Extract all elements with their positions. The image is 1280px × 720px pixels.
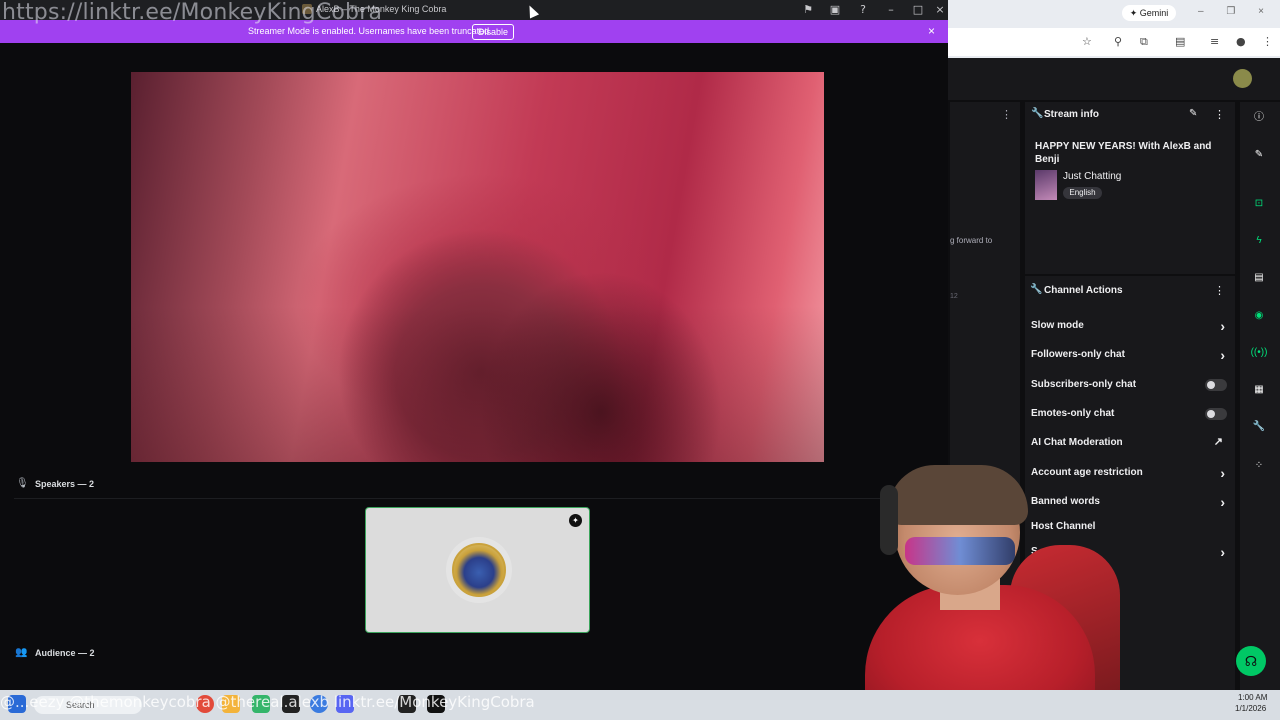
gemini-label: Gemini <box>1139 8 1169 18</box>
divider <box>14 498 934 499</box>
microphone-icon: 🎙 <box>16 478 29 489</box>
chat-message-fragment: g forward to <box>950 236 993 245</box>
gemini-button[interactable]: ✦ Gemini <box>1122 5 1176 21</box>
category-thumbnail[interactable] <box>1035 170 1057 200</box>
info-icon[interactable]: ⓘ <box>1250 109 1268 127</box>
action-label: Subscribers-only chat <box>1031 379 1137 390</box>
category-name[interactable]: Just Chatting <box>1063 171 1121 182</box>
banner-message: Streamer Mode is enabled. Usernames have… <box>248 26 492 36</box>
chevron-right-icon: › <box>1220 544 1225 560</box>
clock-time[interactable]: 1:00 AM <box>1238 693 1267 702</box>
action-emotes-only[interactable]: Emotes-only chat <box>1031 406 1227 424</box>
banner-close-icon[interactable]: × <box>928 24 935 38</box>
toggle-switch[interactable] <box>1205 379 1227 391</box>
action-label: Emotes-only chat <box>1031 408 1115 419</box>
disable-streamer-mode-button[interactable]: Disable <box>472 24 514 40</box>
help-icon[interactable]: ? <box>855 3 871 17</box>
profile-icon[interactable]: ● <box>1236 35 1246 48</box>
wrench-icon[interactable]: 🔧 <box>1250 418 1268 436</box>
close-icon[interactable]: × <box>932 3 948 17</box>
twitch-top-bar <box>948 58 1280 100</box>
media-icon[interactable]: ▤ <box>1175 35 1185 48</box>
audience-icon: 👥 <box>15 647 28 658</box>
stream-title: HAPPY NEW YEARS! With AlexB and Benji <box>1035 141 1212 165</box>
audience-heading: Audience — 2 <box>35 648 95 658</box>
sunglasses <box>905 537 1015 565</box>
extension-icon[interactable]: ⚲ <box>1114 35 1122 48</box>
screen-icon[interactable]: ▣ <box>827 3 843 17</box>
lightning-icon[interactable]: ϟ <box>1250 232 1268 250</box>
channel-actions-heading: Channel Actions <box>1044 285 1123 296</box>
language-tag[interactable]: English <box>1063 187 1102 199</box>
wrench-icon: 🔧 <box>1030 284 1043 295</box>
chevron-right-icon: › <box>1220 347 1225 363</box>
action-followers-only[interactable]: Followers-only chat › <box>1031 347 1227 365</box>
chevron-right-icon: › <box>1220 465 1225 481</box>
video-shade <box>131 72 824 462</box>
pencil-icon[interactable]: ✎ <box>1250 146 1268 164</box>
webcam-overlay <box>850 465 1160 690</box>
action-label: Followers-only chat <box>1031 349 1125 360</box>
document-icon[interactable]: ▤ <box>1250 269 1268 287</box>
speaker-video[interactable] <box>131 72 824 462</box>
flag-icon[interactable]: ⚑ <box>800 3 816 17</box>
broadcast-icon[interactable]: ((•)) <box>1250 344 1268 362</box>
network-icon[interactable]: ⁘ <box>1250 457 1268 475</box>
discord-stage-window: AlexB – The Monkey King Cobra ⚑ ▣ ? – □ … <box>0 0 948 690</box>
action-slow-mode[interactable]: Slow mode › <box>1031 318 1227 336</box>
edit-icon[interactable]: ✎ <box>1189 108 1197 119</box>
more-icon[interactable]: ⋮ <box>1214 108 1225 121</box>
puzzle-icon[interactable]: ⧉ <box>1140 35 1148 49</box>
chat-message-fragment: 12 <box>950 293 958 300</box>
minimize-icon[interactable]: – <box>883 3 899 17</box>
action-label: Slow mode <box>1031 320 1084 331</box>
headset <box>880 485 898 555</box>
overlay-link-top: https://linktr.ee/MonkeyKingCobra <box>2 0 383 25</box>
wrench-icon: 🔧 <box>1031 108 1044 119</box>
clock-date[interactable]: 1/1/2026 <box>1235 704 1266 713</box>
action-label: AI Chat Moderation <box>1031 437 1123 448</box>
avatar <box>452 543 506 597</box>
cam-hair <box>888 465 1028 525</box>
stream-info-heading: Stream info <box>1044 109 1100 120</box>
action-subscribers-only[interactable]: Subscribers-only chat <box>1031 377 1227 395</box>
user-avatar[interactable] <box>1233 69 1252 88</box>
action-ai-chat-moderation[interactable]: AI Chat Moderation ↗ <box>1031 435 1227 453</box>
browser-window-controls[interactable]: – ❐ × <box>1198 6 1264 17</box>
maximize-icon[interactable]: □ <box>910 3 926 17</box>
external-link-icon: ↗ <box>1213 436 1223 448</box>
menu-icon[interactable]: ⋮ <box>1262 35 1273 48</box>
playlist-icon[interactable]: ≡ <box>1210 35 1219 48</box>
chevron-right-icon: › <box>1220 494 1225 510</box>
layout-icon[interactable]: ▦ <box>1250 381 1268 399</box>
speakers-heading: Speakers — 2 <box>35 479 95 489</box>
overlay-socials: @...eezy @themonkeycobra @thereal.alexb … <box>0 693 535 711</box>
clip-icon[interactable]: ⊡ <box>1250 195 1268 213</box>
star-icon[interactable]: ☆ <box>1082 35 1092 48</box>
support-icon[interactable]: ☊ <box>1236 646 1266 676</box>
chat-more-icon[interactable]: ⋮ <box>1001 108 1012 121</box>
toggle-switch[interactable] <box>1205 408 1227 420</box>
more-icon[interactable]: ⋮ <box>1214 284 1225 297</box>
moderator-badge-icon: ✦ <box>569 514 582 527</box>
chevron-right-icon: › <box>1220 318 1225 334</box>
gemini-icon: ✦ <box>1129 8 1140 18</box>
chat-bubble-icon[interactable]: ◉ <box>1250 307 1268 325</box>
